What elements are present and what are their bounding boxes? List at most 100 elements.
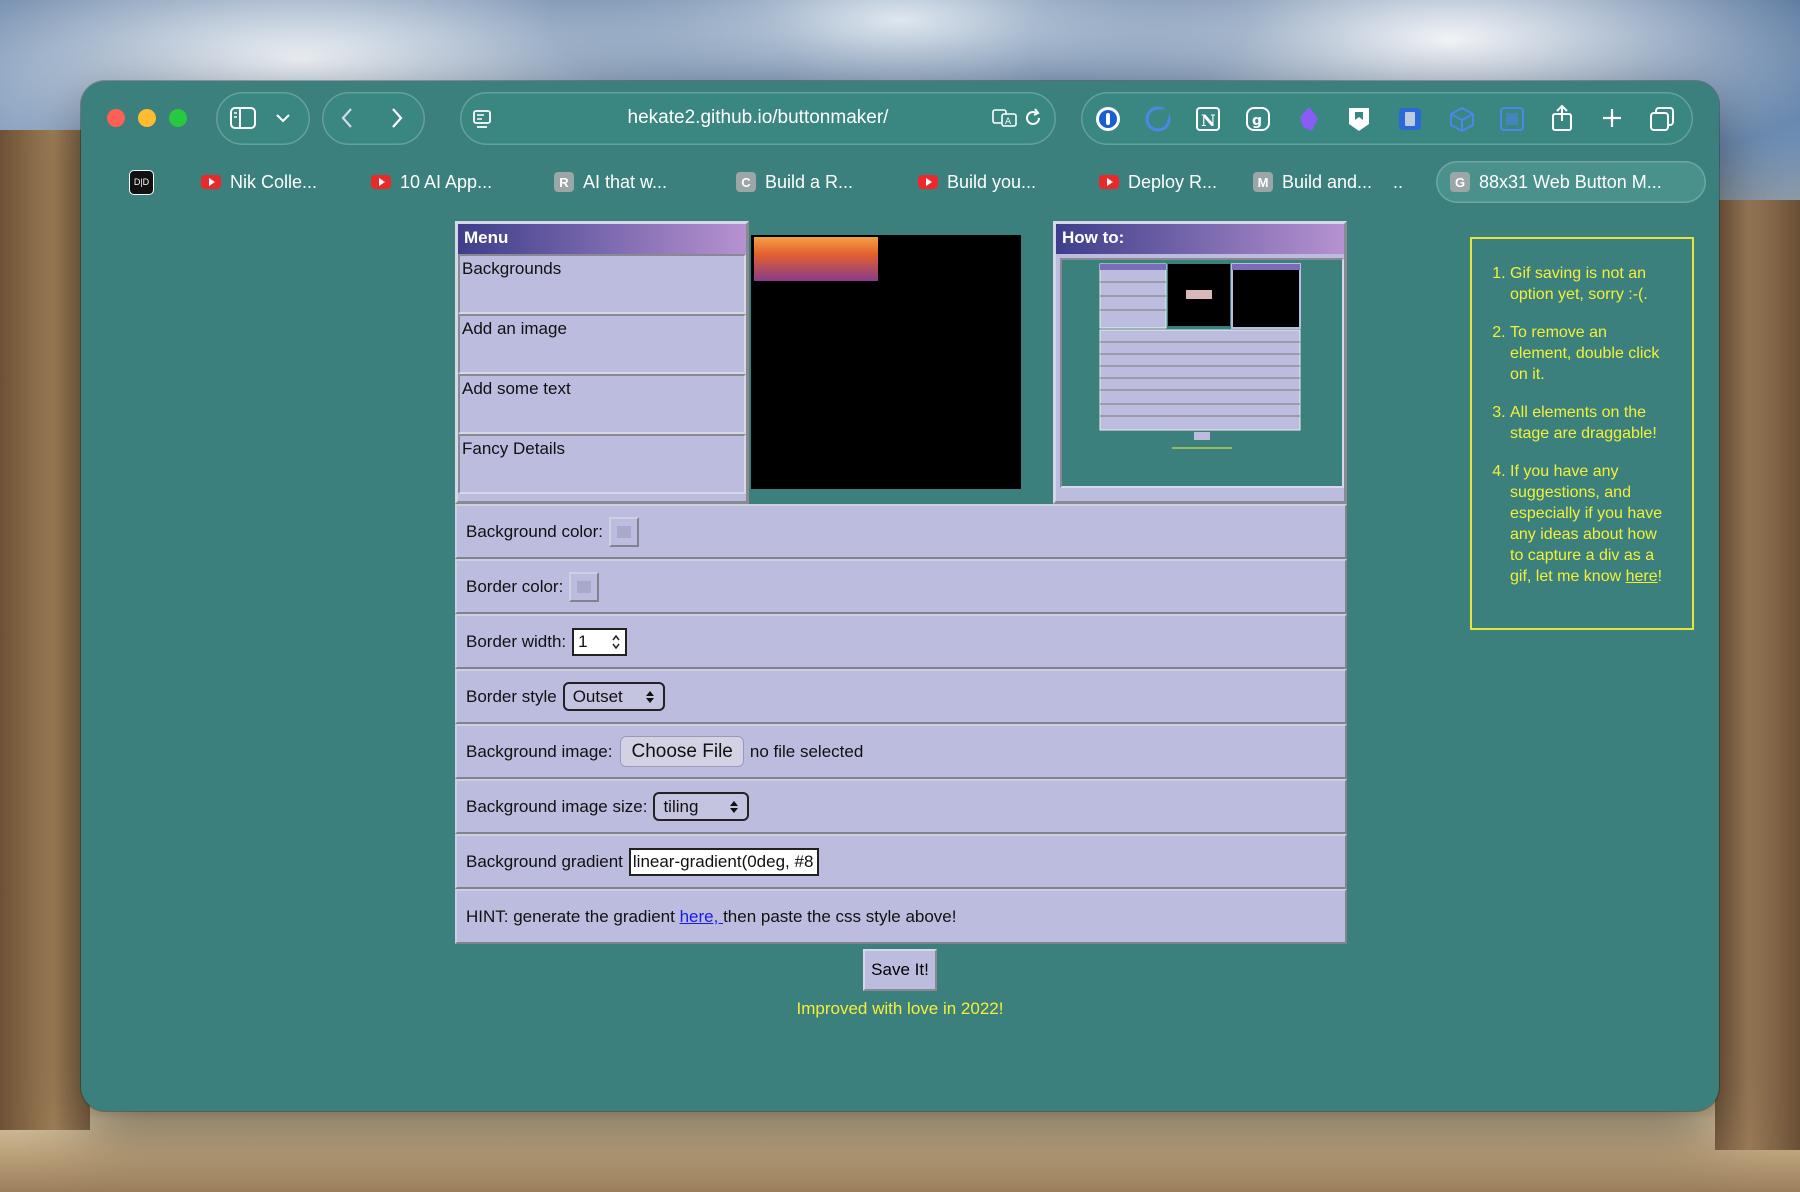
grammar-extension-icon[interactable]: g xyxy=(1245,106,1271,132)
menu-panel: Menu Backgrounds Add an image Add some t… xyxy=(455,221,749,504)
share-icon[interactable] xyxy=(1551,104,1573,132)
row-border-width: Border width: 1 xyxy=(455,614,1347,669)
sidebar-icon[interactable] xyxy=(230,107,256,129)
site-letter-icon: M xyxy=(1253,172,1273,192)
tab-5[interactable]: Deploy R... xyxy=(1099,161,1217,203)
bg-image-label: Background image: xyxy=(466,741,613,761)
youtube-icon xyxy=(201,175,221,189)
youtube-icon xyxy=(371,175,391,189)
border-color-label: Border color: xyxy=(466,576,564,596)
address-bar[interactable]: hekate2.github.io/buttonmaker/ A xyxy=(460,92,1056,145)
menu-item-fancy-details[interactable]: Fancy Details xyxy=(458,434,746,494)
tab-overflow[interactable]: .. xyxy=(1393,161,1403,203)
close-window-button[interactable] xyxy=(107,109,125,127)
border-width-label: Border width: xyxy=(466,631,567,651)
menu-item-backgrounds[interactable]: Backgrounds xyxy=(458,254,746,314)
zoom-window-button[interactable] xyxy=(169,109,187,127)
window-controls xyxy=(107,109,187,127)
tab-0[interactable]: Nik Colle... xyxy=(201,161,317,203)
bg-image-size-select[interactable]: tiling xyxy=(653,792,750,821)
tab-label: Build you... xyxy=(947,171,1037,192)
bg-gradient-input[interactable]: linear-gradient(0deg, #8 xyxy=(628,847,819,876)
forward-icon[interactable] xyxy=(390,107,404,129)
tab-6[interactable]: M Build and... xyxy=(1253,161,1372,203)
extension-square-icon[interactable] xyxy=(1397,106,1423,132)
instruction-item: All elements on the stage are draggable! xyxy=(1510,402,1672,444)
file-status: no file selected xyxy=(749,741,864,761)
tab-4[interactable]: Build you... xyxy=(918,161,1036,203)
hint-suffix: then paste the css style above! xyxy=(723,906,957,926)
obsidian-icon[interactable] xyxy=(1297,106,1321,132)
extensions-bar: N g xyxy=(1081,92,1693,145)
border-style-select[interactable]: Outset xyxy=(562,682,665,711)
footer-text: Improved with love in 2022! xyxy=(796,999,1004,1018)
row-hint: HINT: generate the gradient here, then p… xyxy=(455,889,1347,944)
reload-icon[interactable] xyxy=(1023,108,1043,128)
desktop-rock-left xyxy=(0,130,90,1130)
select-arrows-icon xyxy=(645,690,654,703)
youtube-icon xyxy=(918,175,938,189)
button-stage[interactable] xyxy=(751,235,1021,489)
howto-panel: How to: xyxy=(1053,221,1347,504)
instruction-item: To remove an element, double click on it… xyxy=(1510,322,1672,385)
tab-label: Nik Colle... xyxy=(230,171,318,192)
desktop-rock-right xyxy=(1715,200,1800,1150)
row-border-style: Border style Outset xyxy=(455,669,1347,724)
page-content: Menu Backgrounds Add an image Add some t… xyxy=(81,207,1719,1111)
howto-screenshot xyxy=(1099,263,1301,449)
tab-label: AI that w... xyxy=(583,171,668,192)
tab-pinned[interactable]: D|D xyxy=(129,161,154,203)
menu-title: Menu xyxy=(458,224,746,254)
new-tab-icon[interactable] xyxy=(1601,107,1623,129)
back-icon[interactable] xyxy=(340,107,354,129)
stepper-arrows-icon[interactable] xyxy=(611,634,621,650)
url-text[interactable]: hekate2.github.io/buttonmaker/ xyxy=(460,107,1056,129)
row-background-color: Background color: xyxy=(455,504,1347,559)
bg-gradient-label: Background gradient xyxy=(466,851,623,871)
browser-toolbar: hekate2.github.io/buttonmaker/ A N g xyxy=(81,81,1719,157)
tab-3[interactable]: C Build a R... xyxy=(736,161,853,203)
menu-item-add-text[interactable]: Add some text xyxy=(458,374,746,434)
row-background-image-size: Background image size: tiling xyxy=(455,779,1347,834)
minimize-window-button[interactable] xyxy=(138,109,156,127)
save-button[interactable]: Save It! xyxy=(863,949,937,991)
notion-icon[interactable]: N xyxy=(1195,106,1221,132)
border-width-input[interactable]: 1 xyxy=(572,627,628,656)
border-color-picker[interactable] xyxy=(569,571,600,602)
stage-button-preview[interactable] xyxy=(754,237,878,281)
hint-link[interactable]: here, xyxy=(680,907,723,927)
tab-label: 88x31 Web Button M... xyxy=(1479,171,1662,192)
youtube-icon xyxy=(1099,175,1119,189)
password-manager-icon[interactable] xyxy=(1095,106,1121,132)
tab-label: Deploy R... xyxy=(1128,171,1218,192)
extension-cube-icon[interactable] xyxy=(1449,106,1475,132)
tab-label: Build a R... xyxy=(765,171,854,192)
bg-color-label: Background color: xyxy=(466,521,604,541)
tab-overview-icon[interactable] xyxy=(1649,106,1675,132)
extension-moon-icon[interactable] xyxy=(1145,106,1171,132)
translate-icon[interactable]: A xyxy=(992,108,1018,128)
tab-active[interactable]: G 88x31 Web Button M... xyxy=(1436,161,1706,203)
extension-frame-icon[interactable] xyxy=(1499,106,1525,132)
svg-text:g: g xyxy=(1252,113,1262,129)
howto-title: How to: xyxy=(1056,224,1344,254)
contact-link[interactable]: here xyxy=(1626,568,1658,585)
site-letter-icon: G xyxy=(1450,172,1470,192)
browser-window: hekate2.github.io/buttonmaker/ A N g D|D… xyxy=(81,81,1719,1111)
bg-image-size-label: Background image size: xyxy=(466,796,648,816)
menu-item-add-image[interactable]: Add an image xyxy=(458,314,746,374)
tab-2[interactable]: R AI that w... xyxy=(554,161,667,203)
bookmark-shield-icon[interactable] xyxy=(1347,106,1371,132)
row-border-color: Border color: xyxy=(455,559,1347,614)
tab-1[interactable]: 10 AI App... xyxy=(371,161,492,203)
choose-file-button[interactable]: Choose File xyxy=(620,736,744,767)
instructions-list: Gif saving is not an option yet, sorry :… xyxy=(1480,263,1672,587)
howto-demo-image xyxy=(1060,258,1344,488)
site-letter-icon: R xyxy=(554,172,574,192)
chevron-down-icon[interactable] xyxy=(276,113,290,123)
bg-color-picker[interactable] xyxy=(609,516,640,547)
nav-buttons xyxy=(322,92,425,145)
svg-text:A: A xyxy=(1005,117,1012,127)
site-letter-icon: C xyxy=(736,172,756,192)
row-background-gradient: Background gradient linear-gradient(0deg… xyxy=(455,834,1347,889)
